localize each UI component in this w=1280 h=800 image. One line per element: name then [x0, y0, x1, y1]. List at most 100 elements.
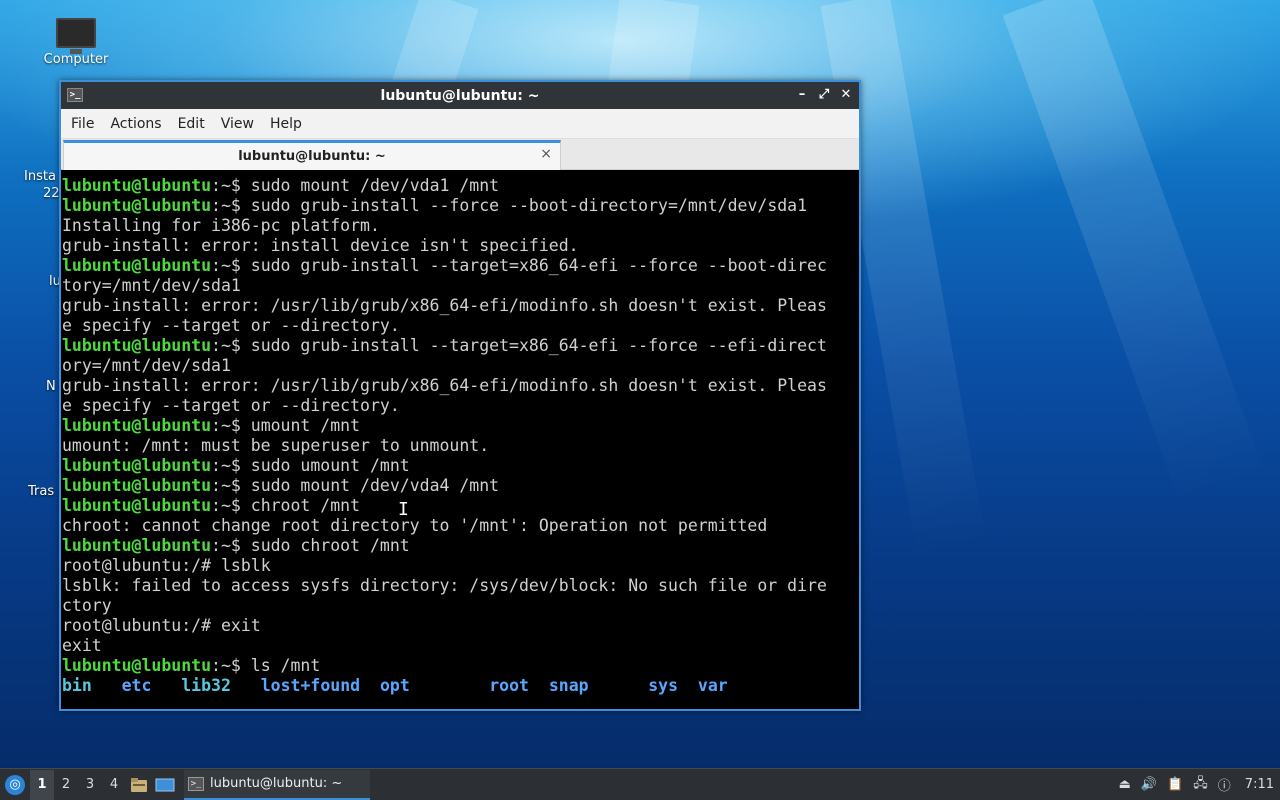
- eject-icon[interactable]: ⏏: [1119, 777, 1131, 792]
- command-text: $ sudo grub-install --target=x86_64-efi …: [230, 336, 827, 355]
- prompt-path: :~: [211, 656, 231, 675]
- desktop-switch-1[interactable]: 1: [30, 769, 54, 800]
- prompt-path: :~: [211, 336, 231, 355]
- command-text: exit: [220, 616, 261, 635]
- terminal-line: lubuntu@lubuntu:~$ ls /mnt: [62, 656, 859, 676]
- terminal-line: e specify --target or --directory.: [62, 396, 859, 416]
- menu-help[interactable]: Help: [262, 116, 310, 132]
- terminal-line: Installing for i386-pc platform.: [62, 216, 859, 236]
- output-text: ory=/mnt/dev/sda1: [62, 356, 231, 375]
- desktop-switch-3[interactable]: 3: [78, 770, 102, 800]
- desktop-switch-2[interactable]: 2: [54, 770, 78, 800]
- ls-entry: lost+found: [260, 676, 361, 695]
- prompt-path: :~: [211, 536, 231, 555]
- terminal-line: umount: /mnt: must be superuser to unmou…: [62, 436, 859, 456]
- output-text: e specify --target or --directory.: [62, 396, 400, 415]
- terminal-output[interactable]: lubuntu@lubuntu:~$ sudo mount /dev/vda1 …: [61, 171, 859, 709]
- command-text: $ umount /mnt: [230, 416, 361, 435]
- command-text: $ sudo mount /dev/vda1 /mnt: [230, 176, 500, 195]
- tab-terminal[interactable]: lubuntu@lubuntu: ~ ×: [63, 140, 561, 170]
- prompt-user: lubuntu@lubuntu: [62, 656, 212, 675]
- prompt-path: :~: [211, 476, 231, 495]
- wallpaper-ray: [1002, 0, 1266, 505]
- menu-view[interactable]: View: [213, 116, 262, 132]
- prompt-user: lubuntu@lubuntu: [62, 456, 212, 475]
- prompt-user: lubuntu@lubuntu: [62, 476, 212, 495]
- network-icon[interactable]: 🖧: [1193, 774, 1208, 796]
- terminal-line: lubuntu@lubuntu:~$ chroot /mnt: [62, 496, 859, 516]
- menu-bar: File Actions Edit View Help: [61, 109, 859, 139]
- output-text: grub-install: error: install device isn'…: [62, 236, 579, 255]
- maximize-button[interactable]: ⤢: [815, 85, 833, 105]
- prompt-path: :~: [211, 196, 231, 215]
- output-text: grub-install: error: /usr/lib/grub/x86_6…: [62, 296, 827, 315]
- output-text: e specify --target or --directory.: [62, 316, 400, 335]
- system-tray: ⏏ 🔊 📋 🖧 ⓘ 7:11: [1119, 774, 1280, 796]
- terminal-line: lsblk: failed to access sysfs directory:…: [62, 576, 859, 596]
- computer-icon: [56, 18, 96, 54]
- terminal-line: lubuntu@lubuntu:~$ sudo grub-install --f…: [62, 196, 859, 216]
- output-text: lsblk: failed to access sysfs directory:…: [62, 576, 827, 595]
- terminal-line: exit: [62, 636, 859, 656]
- window-titlebar[interactable]: >_ lubuntu@lubuntu: ~ – ⤢ ✕: [61, 82, 859, 109]
- command-text: lsblk: [220, 556, 271, 575]
- output-text: grub-install: error: /usr/lib/grub/x86_6…: [62, 376, 827, 395]
- ls-entry: var: [697, 676, 728, 695]
- prompt-path: :~: [211, 456, 231, 475]
- desktop-icon-label: Computer: [43, 52, 109, 67]
- task-label: lubuntu@lubuntu: ~: [210, 776, 343, 791]
- file-manager-icon[interactable]: [126, 770, 152, 800]
- minimize-button[interactable]: –: [793, 85, 811, 105]
- terminal-line: lubuntu@lubuntu:~$ sudo chroot /mnt: [62, 536, 859, 556]
- desktop-icon-label-partial[interactable]: N: [46, 379, 56, 394]
- tab-close-icon[interactable]: ×: [540, 146, 552, 162]
- terminal-window[interactable]: >_ lubuntu@lubuntu: ~ – ⤢ ✕ File Actions…: [59, 80, 861, 711]
- start-menu-button[interactable]: ◎: [0, 770, 30, 800]
- desktop-icon-label-partial[interactable]: Insta: [24, 169, 56, 184]
- show-desktop-icon[interactable]: [152, 770, 178, 800]
- taskbar-task-terminal[interactable]: >_ lubuntu@lubuntu: ~: [184, 769, 371, 800]
- command-text: $ sudo grub-install --target=x86_64-efi …: [230, 256, 827, 275]
- terminal-line: e specify --target or --directory.: [62, 316, 859, 336]
- menu-file[interactable]: File: [63, 116, 102, 132]
- terminal-line: lubuntu@lubuntu:~$ umount /mnt: [62, 416, 859, 436]
- prompt-user: lubuntu@lubuntu: [62, 496, 212, 515]
- output-text: ctory: [62, 596, 112, 615]
- menu-actions[interactable]: Actions: [102, 116, 169, 132]
- output-text: exit: [62, 636, 102, 655]
- close-button[interactable]: ✕: [837, 85, 855, 105]
- prompt-path: :~: [211, 416, 231, 435]
- root-prompt: root@lubuntu:/#: [62, 616, 221, 635]
- desktop-switch-4[interactable]: 4: [102, 770, 126, 800]
- prompt-user: lubuntu@lubuntu: [62, 336, 212, 355]
- prompt-path: :~: [211, 256, 231, 275]
- root-prompt: root@lubuntu:/#: [62, 556, 221, 575]
- prompt-user: lubuntu@lubuntu: [62, 536, 212, 555]
- volume-icon[interactable]: 🔊: [1141, 777, 1157, 792]
- terminal-line: lubuntu@lubuntu:~$ sudo grub-install --t…: [62, 336, 859, 356]
- terminal-icon: >_: [188, 776, 204, 791]
- menu-edit[interactable]: Edit: [170, 116, 213, 132]
- prompt-user: lubuntu@lubuntu: [62, 416, 212, 435]
- desktop-icon-label-partial[interactable]: 22: [43, 186, 60, 201]
- desktop-icon-computer[interactable]: Computer: [38, 18, 114, 67]
- command-text: $ sudo chroot /mnt: [230, 536, 410, 555]
- command-text: $ sudo mount /dev/vda4 /mnt: [230, 476, 500, 495]
- prompt-path: :~: [211, 176, 231, 195]
- terminal-line: grub-install: error: /usr/lib/grub/x86_6…: [62, 296, 859, 316]
- prompt-path: :~: [211, 496, 231, 515]
- terminal-line: lubuntu@lubuntu:~$ sudo mount /dev/vda1 …: [62, 176, 859, 196]
- terminal-line: lubuntu@lubuntu:~$ sudo mount /dev/vda4 …: [62, 476, 859, 496]
- prompt-user: lubuntu@lubuntu: [62, 176, 212, 195]
- output-text: chroot: cannot change root directory to …: [62, 516, 768, 535]
- clock[interactable]: 7:11: [1245, 777, 1274, 792]
- ls-entry: lib32: [181, 676, 231, 695]
- update-notifier-icon[interactable]: ⓘ: [1218, 775, 1231, 794]
- desktop-icon-label-partial[interactable]: Tras: [28, 484, 54, 499]
- clipboard-icon[interactable]: 📋: [1167, 777, 1183, 792]
- ls-entry: root: [489, 676, 529, 695]
- terminal-line: lubuntu@lubuntu:~$ sudo umount /mnt: [62, 456, 859, 476]
- command-text: $ ls /mnt: [230, 656, 321, 675]
- ls-entry: bin: [62, 676, 92, 695]
- terminal-line: tory=/mnt/dev/sda1: [62, 276, 859, 296]
